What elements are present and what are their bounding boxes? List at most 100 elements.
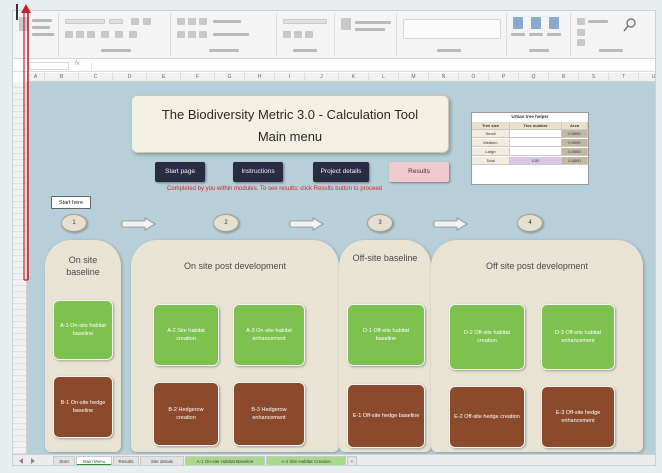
text-cursor-mark (16, 4, 18, 20)
panel-title: On site baseline (66, 255, 100, 277)
start-page-button[interactable]: Start page (155, 162, 205, 182)
bold-icon[interactable] (65, 31, 73, 38)
insert-cells-icon[interactable] (513, 17, 523, 29)
column-header[interactable]: D (113, 73, 147, 82)
tree-helper-cell: 0.00 (510, 157, 562, 165)
column-header[interactable]: U (639, 73, 655, 82)
red-arrow-annotation (21, 4, 31, 281)
tab-scroll-icon[interactable] (17, 457, 37, 465)
column-header[interactable]: C (79, 73, 113, 82)
number-group[interactable] (279, 13, 335, 57)
tile-e1-offsite-hedge-baseline[interactable]: E-1 Off-site hedge baseline (347, 384, 425, 448)
step-2-badge: 2 (213, 214, 239, 232)
tile-b1-onsite-hedge-baseline[interactable]: B-1 On-site hedge baseline (53, 376, 113, 438)
tree-number-input[interactable] (510, 130, 562, 138)
fx-icon[interactable]: fx (75, 61, 80, 67)
arrow-right-icon (433, 217, 468, 231)
conditional-formatting-group[interactable] (337, 13, 397, 57)
column-header[interactable]: M (399, 73, 429, 82)
tree-helper-row: Small 0.0000 (472, 130, 588, 138)
tree-header-area: Area (562, 122, 588, 130)
name-box[interactable] (29, 62, 69, 70)
formula-bar: fx (13, 60, 655, 72)
column-header[interactable]: G (215, 73, 245, 82)
alignment-group[interactable] (173, 13, 277, 57)
ribbon (13, 11, 655, 59)
tree-helper-cell: 0.0000 (562, 130, 588, 138)
step-1-badge: 1 (61, 214, 87, 232)
tree-helper-cell: Medium (472, 139, 510, 147)
step-4-badge: 4 (517, 214, 543, 232)
panel-title: Off site post development (486, 261, 588, 271)
font-group[interactable] (61, 13, 171, 57)
editing-group[interactable] (573, 13, 655, 57)
column-header[interactable]: I (275, 73, 305, 82)
column-header[interactable]: S (579, 73, 609, 82)
column-header[interactable]: P (489, 73, 519, 82)
underline-icon[interactable] (87, 31, 95, 38)
delete-cells-icon[interactable] (531, 17, 541, 29)
page-title: The Biodiversity Metric 3.0 - Calculatio… (161, 107, 419, 122)
tree-number-input[interactable] (510, 139, 562, 147)
tree-helper-row: Large 0.0000 (472, 148, 588, 156)
tab-main-menu[interactable]: Main Menu (76, 456, 112, 465)
tree-header-size: Tree size (472, 122, 510, 130)
tab-a2-site-habitat-creation[interactable]: A-2 Site Habitat Creation (266, 456, 346, 465)
add-sheet-icon[interactable]: + (347, 456, 357, 465)
tile-b3-hedgerow-enhancement[interactable]: B-3 Hedgerow enhancement (233, 382, 305, 446)
column-header[interactable]: Q (519, 73, 549, 82)
column-header[interactable]: J (305, 73, 339, 82)
tile-d1-offsite-habitat-baseline[interactable]: D-1 Off-site habitat baseline (347, 304, 425, 366)
panel-title: On site post development (183, 261, 287, 271)
tab-results[interactable]: Results (113, 456, 139, 465)
panel-offsite-baseline: Off-site baseline D-1 Off-site habitat b… (339, 240, 431, 452)
instructions-button[interactable]: Instructions (233, 162, 283, 182)
project-details-button[interactable]: Project details (313, 162, 369, 182)
column-header[interactable]: F (181, 73, 215, 82)
column-header[interactable]: K (339, 73, 369, 82)
column-header[interactable]: E (147, 73, 181, 82)
format-cells-icon[interactable] (549, 17, 559, 29)
column-header[interactable]: N (429, 73, 459, 82)
formula-input[interactable] (91, 62, 651, 70)
screenshot-frame: fx ABCDEFGHIJKLMNOPQRSTU The Biodiversit… (0, 0, 662, 473)
tile-e3-offsite-hedge-enhancement[interactable]: E-3 Off-site hedge enhancement (541, 386, 615, 448)
find-icon[interactable] (623, 17, 637, 33)
tile-b2-hedgerow-creation[interactable]: B-2 Hedgerow creation (153, 382, 219, 446)
tree-helper-cell: 0.0000 (562, 148, 588, 156)
tile-a1-onsite-habitat-baseline[interactable]: A-1 On-site habitat baseline (53, 300, 113, 360)
sheet-tabs: Start Main Menu Results Site details A-1… (13, 454, 655, 465)
tree-helper-cell: Large (472, 148, 510, 156)
italic-icon[interactable] (76, 31, 84, 38)
panel-title: Off-site baseline (352, 253, 418, 263)
tile-a2-habitat-creation[interactable]: A-2 Site habitat creation (153, 304, 219, 366)
panel-onsite-post-development: On site post development A-2 Site habita… (131, 240, 339, 452)
tree-number-input[interactable] (510, 148, 562, 156)
tab-start[interactable]: Start (53, 456, 75, 465)
styles-group[interactable] (399, 13, 507, 57)
start-here-button[interactable]: Start here (51, 196, 91, 209)
instruction-note: Completed by you within modules. To see … (167, 186, 382, 192)
page-subtitle: Main menu (257, 129, 323, 144)
cells-group[interactable] (509, 13, 571, 57)
tab-site-details[interactable]: Site details (140, 456, 184, 465)
tile-a3-habitat-enhancement[interactable]: A-3 On-site habitat enhancement (233, 304, 305, 366)
step-3-badge: 3 (367, 214, 393, 232)
tree-helper-cell: Total (472, 157, 510, 165)
arrow-right-icon (289, 217, 324, 231)
column-header[interactable]: B (45, 73, 79, 82)
tile-e2-offsite-hedge-creation[interactable]: E-2 Off-site hedge creation (449, 386, 525, 448)
results-button[interactable]: Results (389, 162, 449, 182)
worksheet-canvas: The Biodiversity Metric 3.0 - Calculatio… (27, 82, 655, 454)
tile-d2-offsite-habitat-creation[interactable]: D-2 Off-site habitat creation (449, 304, 525, 370)
column-header[interactable]: T (609, 73, 639, 82)
column-header[interactable]: R (549, 73, 579, 82)
column-header[interactable]: O (459, 73, 489, 82)
tree-helper-cell: 0.0000 (562, 157, 588, 165)
column-header[interactable]: H (245, 73, 275, 82)
column-header[interactable]: L (369, 73, 399, 82)
tile-d3-offsite-habitat-enhancement[interactable]: D-3 Off-site habitat enhancement (541, 304, 615, 370)
tree-helper-cell: 0.0000 (562, 139, 588, 147)
tree-helper-row: Total 0.00 0.0000 (472, 157, 588, 165)
tab-a1-onsite-habitat-baseline[interactable]: A-1 On-site Habitat Baseline (185, 456, 265, 465)
